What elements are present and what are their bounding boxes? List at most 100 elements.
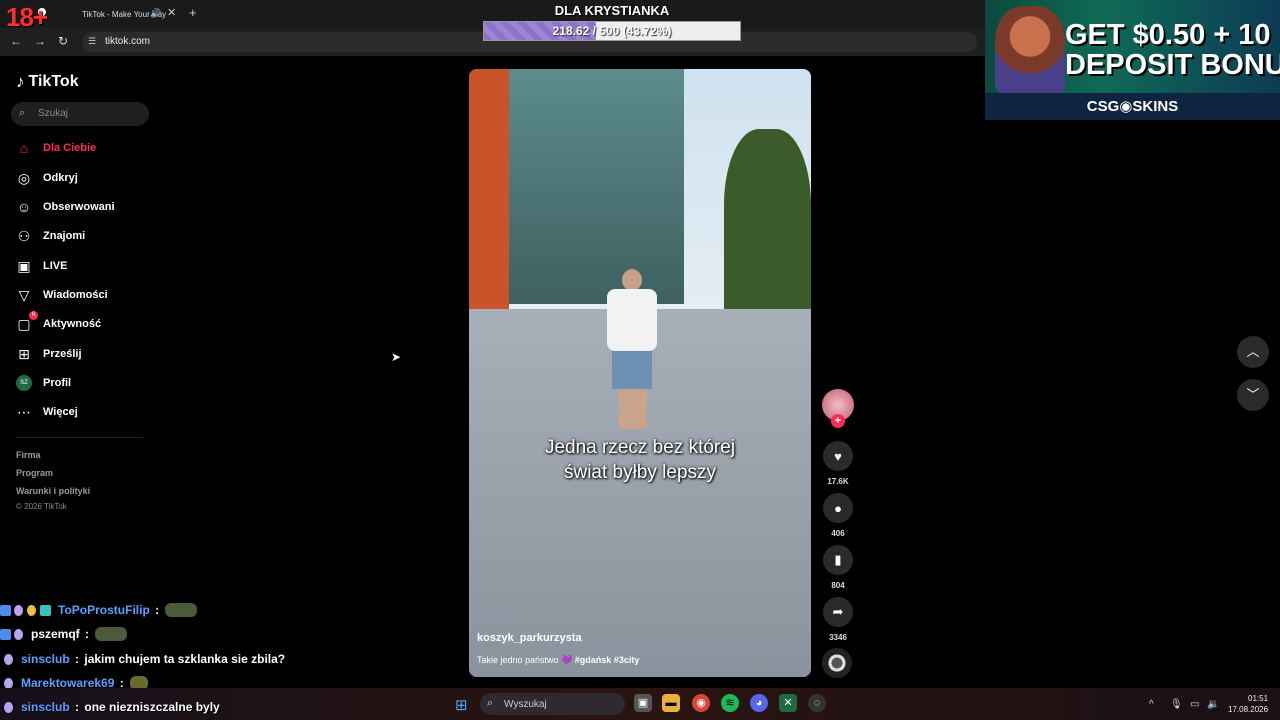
chat-message: sinsclub : jakim chujem ta szklanka sie …: [0, 652, 285, 666]
bookmark-icon[interactable]: ▮: [823, 545, 853, 575]
tiktok-logo[interactable]: ♪ TikTok: [16, 72, 79, 92]
like-count: 17.6K: [827, 477, 849, 486]
ad-headline-line1: GET $0.50 + 10: [1065, 19, 1271, 51]
share-icon[interactable]: ➦: [823, 597, 853, 627]
video-frame-facade: [469, 69, 509, 329]
new-tab-icon[interactable]: +: [189, 5, 197, 20]
taskbar-search-input[interactable]: [480, 693, 625, 715]
sidebar-item-explore[interactable]: ◎ Odkryj: [15, 167, 155, 189]
ad-headline-line2: DEPOSIT BONU: [1065, 49, 1280, 81]
sidebar-divider: [15, 437, 143, 438]
sidebar-item-live[interactable]: ▣ LIVE: [15, 255, 155, 277]
chat-emote-image: [95, 627, 128, 641]
sidebar-item-friends[interactable]: ⚇ Znajomi: [15, 225, 155, 247]
sidebar-item-for-you[interactable]: ⌂ Dla Ciebie: [15, 137, 155, 159]
url-text[interactable]: tiktok.com: [105, 36, 150, 47]
chat-message: pszemqf :: [0, 627, 128, 641]
compass-icon: ◎: [17, 169, 31, 186]
site-settings-icon[interactable]: ☰: [88, 36, 96, 47]
sidebar-item-more[interactable]: ⋯ Więcej: [15, 401, 155, 423]
chat-text: jakim chujem ta szklanka sie zbila?: [84, 652, 286, 666]
chat-username: pszemqf: [31, 627, 80, 641]
ad-banner[interactable]: GET $0.50 + 10 DEPOSIT BONU CSG◉SKINS: [985, 0, 1280, 120]
ad-headline: GET $0.50 + 10 DEPOSIT BONU: [1065, 20, 1280, 80]
chat-emote-image: [165, 603, 198, 617]
share-action[interactable]: ➦ 3346: [822, 597, 854, 642]
comment-count: 406: [831, 529, 845, 538]
chat-separator: :: [71, 652, 83, 666]
follow-plus-icon[interactable]: +: [831, 414, 845, 428]
chat-badge-icon: [40, 604, 51, 616]
chat-badge-icon: [0, 628, 11, 640]
obs-icon[interactable]: ◌: [808, 694, 826, 712]
heart-icon[interactable]: ♥: [823, 441, 853, 471]
speaker-icon[interactable]: 🔊: [150, 8, 161, 19]
task-view-icon[interactable]: ▣: [634, 694, 652, 712]
sidebar-item-label: LIVE: [43, 260, 68, 272]
network-icon[interactable]: ▭: [1190, 699, 1199, 710]
comment-icon[interactable]: ●: [823, 493, 853, 523]
music-disc-icon[interactable]: [822, 648, 852, 678]
ad-brand: CSG◉SKINS: [985, 93, 1280, 120]
taskbar-search-placeholder: Wyszukaj: [504, 699, 547, 710]
comment-action[interactable]: ● 406: [822, 493, 854, 538]
spotify-icon[interactable]: ≋: [721, 694, 739, 712]
caption-line: świat byłby lepszy: [563, 462, 717, 483]
sidebar-item-upload[interactable]: ⊞ Prześlij: [15, 343, 155, 365]
footer-link-terms[interactable]: Warunki i polityki: [16, 486, 90, 496]
sidebar-item-label: Aktywność: [43, 318, 102, 330]
chat-username: ToPoProstuFilip: [58, 603, 150, 617]
share-count: 3346: [829, 633, 847, 642]
excel-icon[interactable]: ✕: [779, 694, 797, 712]
sidebar-item-label: Znajomi: [43, 230, 86, 242]
sidebar-item-profile[interactable]: SZ Profil: [15, 372, 155, 394]
profile-avatar: SZ: [15, 374, 33, 392]
age-restriction-badge: 18+: [6, 2, 48, 32]
previous-video-button[interactable]: ︿: [1237, 336, 1269, 368]
sidebar-item-label: Wiadomości: [43, 289, 108, 301]
close-tab-icon[interactable]: ✕: [167, 6, 176, 19]
chat-separator: :: [71, 700, 83, 714]
next-video-button[interactable]: ﹀: [1237, 379, 1269, 411]
system-clock[interactable]: 01:51 17.08.2026: [1228, 693, 1268, 715]
upload-icon: ⊞: [18, 345, 30, 362]
like-action[interactable]: ♥ 17.6K: [822, 441, 854, 486]
video-frame-person: [607, 269, 657, 429]
chevron-up-icon[interactable]: ^: [1149, 699, 1154, 710]
ad-character-image: [995, 6, 1065, 93]
search-input[interactable]: [11, 102, 149, 126]
windows-start-icon[interactable]: ⊞: [455, 696, 468, 714]
sidebar-item-following[interactable]: ☺ Obserwowani: [15, 196, 155, 218]
hashtags[interactable]: #gdańsk #3city: [575, 655, 640, 665]
reload-icon[interactable]: ↻: [58, 34, 68, 48]
sidebar-item-activity[interactable]: ▢ 6 Aktywność: [15, 311, 155, 335]
back-arrow-icon[interactable]: ←: [10, 34, 22, 48]
sidebar-item-messages[interactable]: ▽ Wiadomości: [15, 284, 155, 306]
forward-arrow-icon[interactable]: →: [34, 34, 46, 48]
microphone-icon[interactable]: 🎙: [1170, 699, 1183, 710]
sidebar-item-label: Profil: [43, 377, 72, 389]
footer-link-company[interactable]: Firma: [16, 450, 41, 460]
sidebar-item-label: Odkryj: [43, 172, 78, 184]
chat-badge-icon: [4, 653, 13, 665]
mouse-cursor-icon: ➤: [391, 350, 402, 364]
search-icon: ⌕: [19, 107, 26, 119]
chat-badge-icon: [4, 677, 13, 689]
activity-icon: ▢ 6: [15, 311, 38, 333]
volume-icon[interactable]: 🔉: [1207, 699, 1219, 710]
video-player[interactable]: Jedna rzecz bez której świat byłby lepsz…: [469, 69, 811, 677]
save-count: 804: [831, 581, 845, 590]
chat-separator: :: [151, 603, 160, 617]
file-explorer-icon[interactable]: ▬: [662, 694, 680, 712]
save-action[interactable]: ▮ 804: [822, 545, 854, 590]
chrome-icon[interactable]: ◉: [692, 694, 710, 712]
video-caption-overlay: Jedna rzecz bez której świat byłby lepsz…: [469, 435, 811, 485]
chat-badge-icon: [14, 628, 23, 640]
notification-badge: 6: [29, 311, 38, 320]
description-text: Takie jedno państwo: [477, 655, 559, 665]
more-icon: ⋯: [17, 403, 31, 420]
footer-link-program[interactable]: Program: [16, 468, 53, 478]
send-icon: ▽: [18, 286, 30, 303]
video-author[interactable]: koszyk_parkurzysta: [477, 632, 582, 644]
discord-icon[interactable]: ◕: [750, 694, 768, 712]
